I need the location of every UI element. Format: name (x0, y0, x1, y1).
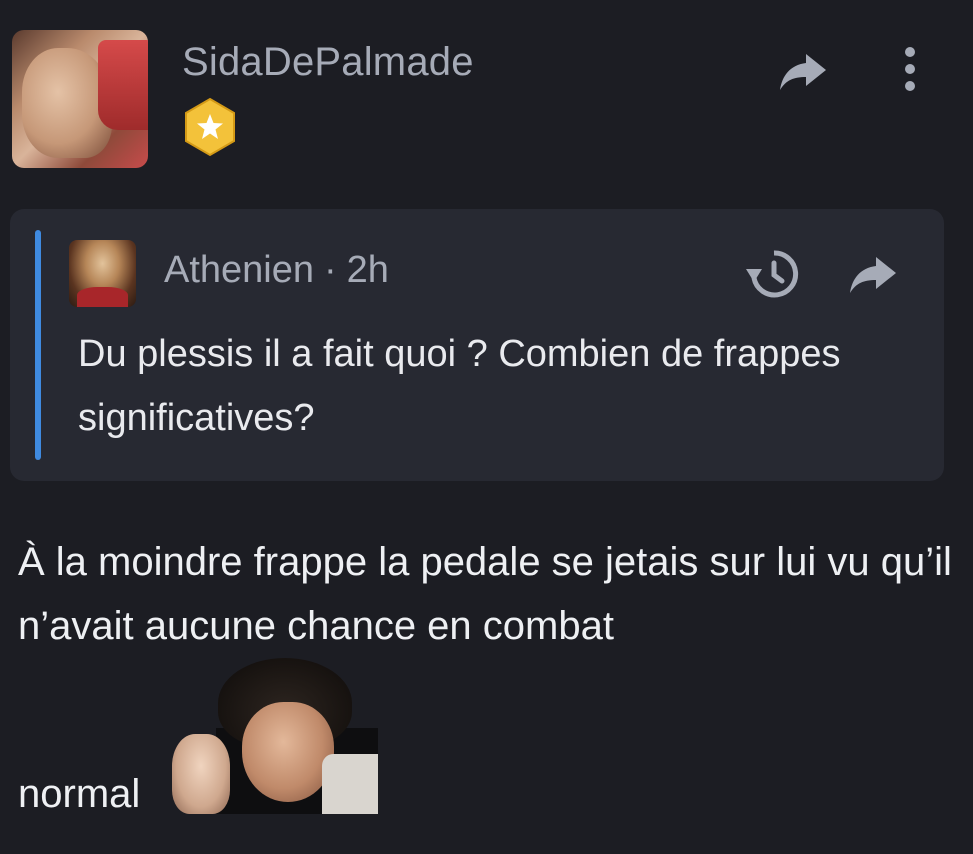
author-avatar[interactable] (12, 30, 148, 168)
quote-share-arrow-icon[interactable] (848, 253, 898, 295)
quote-avatar-robe (77, 287, 128, 307)
quote-header: Athenien · 2h (164, 249, 389, 292)
message-body: À la moindre frappe la pedale se jetais … (18, 540, 952, 648)
sticker-face (242, 702, 334, 802)
message-trailing-text: normal (18, 772, 141, 816)
share-arrow-icon[interactable] (778, 50, 828, 92)
quote-time: 2h (346, 249, 389, 291)
quoted-message: Athenien · 2h Du plessis il a fait quoi ? … (10, 209, 944, 481)
sticker-image[interactable] (172, 658, 378, 814)
avatar-red-cloth (98, 40, 148, 130)
quote-separator: · (324, 249, 337, 291)
author-username[interactable]: SidaDePalmade (182, 40, 474, 85)
quote-author-avatar[interactable] (69, 240, 136, 307)
sticker-shirt (322, 754, 378, 814)
quote-text: Du plessis il a fait quoi ? Combien de f… (78, 333, 841, 439)
post: SidaDePalmade Athenien · 2h Du plessis il … (0, 0, 973, 854)
more-vertical-icon[interactable] (895, 44, 925, 94)
star-badge-icon (185, 97, 235, 157)
quote-author-name[interactable]: Athenien (164, 249, 314, 291)
quote-accent-bar (35, 230, 41, 460)
sticker-hand (172, 734, 230, 814)
history-icon[interactable] (744, 249, 800, 299)
